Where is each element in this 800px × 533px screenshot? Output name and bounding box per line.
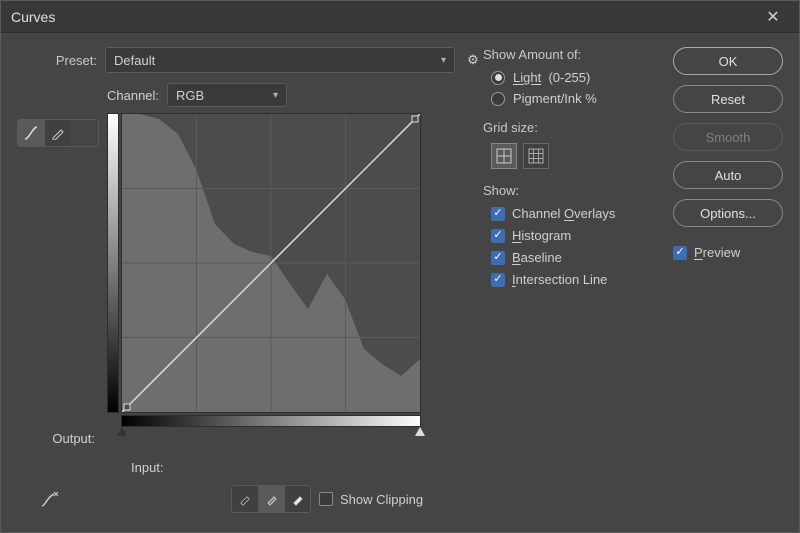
- targeted-adjust-tool[interactable]: [37, 486, 63, 512]
- checkbox-box: [319, 492, 333, 506]
- grid-size-label: Grid size:: [483, 120, 663, 135]
- white-point-slider[interactable]: [415, 427, 425, 436]
- hand-curve-icon: [40, 490, 60, 508]
- output-row: Output:: [17, 431, 483, 446]
- checkbox-box: [491, 273, 505, 287]
- preset-label: Preset:: [17, 53, 97, 68]
- black-point-slider[interactable]: [117, 427, 127, 436]
- pencil-icon: [51, 126, 65, 140]
- eyedropper-icon: [238, 492, 252, 506]
- title-bar: Curves ✕: [1, 1, 799, 33]
- preset-value: Default: [114, 53, 155, 68]
- eyedropper-icon: [265, 492, 279, 506]
- ok-button[interactable]: OK: [673, 47, 783, 75]
- input-gradient: [121, 415, 421, 427]
- radio-dot: [491, 92, 505, 106]
- chk-intersection[interactable]: Intersection Line: [491, 272, 663, 287]
- channel-area: Channel: RGB ▾: [17, 83, 483, 427]
- grid-4-icon: [496, 148, 512, 164]
- checkbox-box: [491, 207, 505, 221]
- channel-dropdown[interactable]: RGB ▾: [167, 83, 287, 107]
- show-amount-section: Show Amount of: Light (0-255) Pigment/In…: [483, 47, 663, 106]
- eyedropper-icon: [291, 492, 305, 506]
- grid-9-icon: [528, 148, 544, 164]
- buttons-column: OK Reset Smooth Auto Options... Preview: [673, 47, 783, 518]
- channel-label: Channel:: [107, 88, 159, 103]
- left-column: Preset: Default ▾ ⚙: [17, 47, 483, 518]
- reset-button[interactable]: Reset: [673, 85, 783, 113]
- xgrad-row: [107, 415, 421, 427]
- grid-fine-button[interactable]: [523, 143, 549, 169]
- show-clipping-label: Show Clipping: [340, 492, 423, 507]
- auto-button[interactable]: Auto: [673, 161, 783, 189]
- chevron-down-icon: ▾: [273, 90, 278, 101]
- curve-icon: [23, 125, 39, 141]
- pencil-tool-button[interactable]: [44, 120, 70, 146]
- options-button[interactable]: Options...: [673, 199, 783, 227]
- white-eyedropper[interactable]: [284, 486, 310, 512]
- show-amount-label: Show Amount of:: [483, 47, 663, 62]
- options-column: Show Amount of: Light (0-255) Pigment/In…: [483, 47, 663, 518]
- graph-wrap: [107, 113, 421, 413]
- preset-row: Preset: Default ▾ ⚙: [17, 47, 483, 73]
- grid-size-buttons: [491, 143, 663, 169]
- light-range: (0-255): [548, 70, 590, 85]
- radio-dot: [491, 71, 505, 85]
- curves-block: Channel: RGB ▾: [107, 83, 421, 427]
- curves-svg: [122, 114, 420, 412]
- curve-tool-button[interactable]: [18, 120, 44, 146]
- eyedropper-group: [231, 485, 311, 513]
- radio-light[interactable]: Light (0-255): [491, 70, 663, 85]
- gear-icon: ⚙: [467, 52, 479, 67]
- show-section: Show: Channel Overlays Histogram Baselin…: [483, 183, 663, 287]
- dialog-body: Preset: Default ▾ ⚙: [1, 33, 799, 532]
- curves-graph[interactable]: [121, 113, 421, 413]
- grid-size-section: Grid size:: [483, 120, 663, 169]
- checkbox-box: [491, 251, 505, 265]
- chk-histogram[interactable]: Histogram: [491, 228, 663, 243]
- edit-mode-toggle: [17, 119, 99, 147]
- checkbox-box: [673, 246, 687, 260]
- preset-options-menu[interactable]: ⚙: [463, 52, 483, 68]
- preview-checkbox[interactable]: Preview: [673, 245, 783, 260]
- close-button[interactable]: ✕: [757, 7, 789, 27]
- right-column: Show Amount of: Light (0-255) Pigment/In…: [483, 47, 783, 518]
- channel-value: RGB: [176, 88, 204, 103]
- black-eyedropper[interactable]: [232, 486, 258, 512]
- bottom-tools-row: Show Clipping: [17, 485, 483, 513]
- chk-channel-overlays[interactable]: Channel Overlays: [491, 206, 663, 221]
- output-gradient: [107, 113, 119, 413]
- smooth-button: Smooth: [673, 123, 783, 151]
- chk-baseline[interactable]: Baseline: [491, 250, 663, 265]
- curve-handle-shadow[interactable]: [124, 404, 130, 410]
- radio-pigment[interactable]: Pigment/Ink %: [491, 91, 663, 106]
- gray-eyedropper[interactable]: [258, 486, 284, 512]
- pigment-label: Pigment/Ink %: [513, 91, 597, 106]
- preset-dropdown[interactable]: Default ▾: [105, 47, 455, 73]
- show-label: Show:: [483, 183, 663, 198]
- tool-column: [17, 83, 99, 147]
- input-label: Input:: [131, 460, 164, 475]
- show-clipping-checkbox[interactable]: Show Clipping: [319, 492, 423, 507]
- checkbox-box: [491, 229, 505, 243]
- input-row: Input:: [17, 460, 483, 475]
- output-label: Output:: [17, 431, 95, 446]
- grid-coarse-button[interactable]: [491, 143, 517, 169]
- light-label: Light: [513, 70, 541, 85]
- chevron-down-icon: ▾: [441, 55, 446, 66]
- channel-row: Channel: RGB ▾: [107, 83, 421, 107]
- curve-handle-highlight[interactable]: [412, 116, 418, 122]
- curves-dialog: Curves ✕ Preset: Default ▾ ⚙: [0, 0, 800, 533]
- window-title: Curves: [11, 9, 757, 25]
